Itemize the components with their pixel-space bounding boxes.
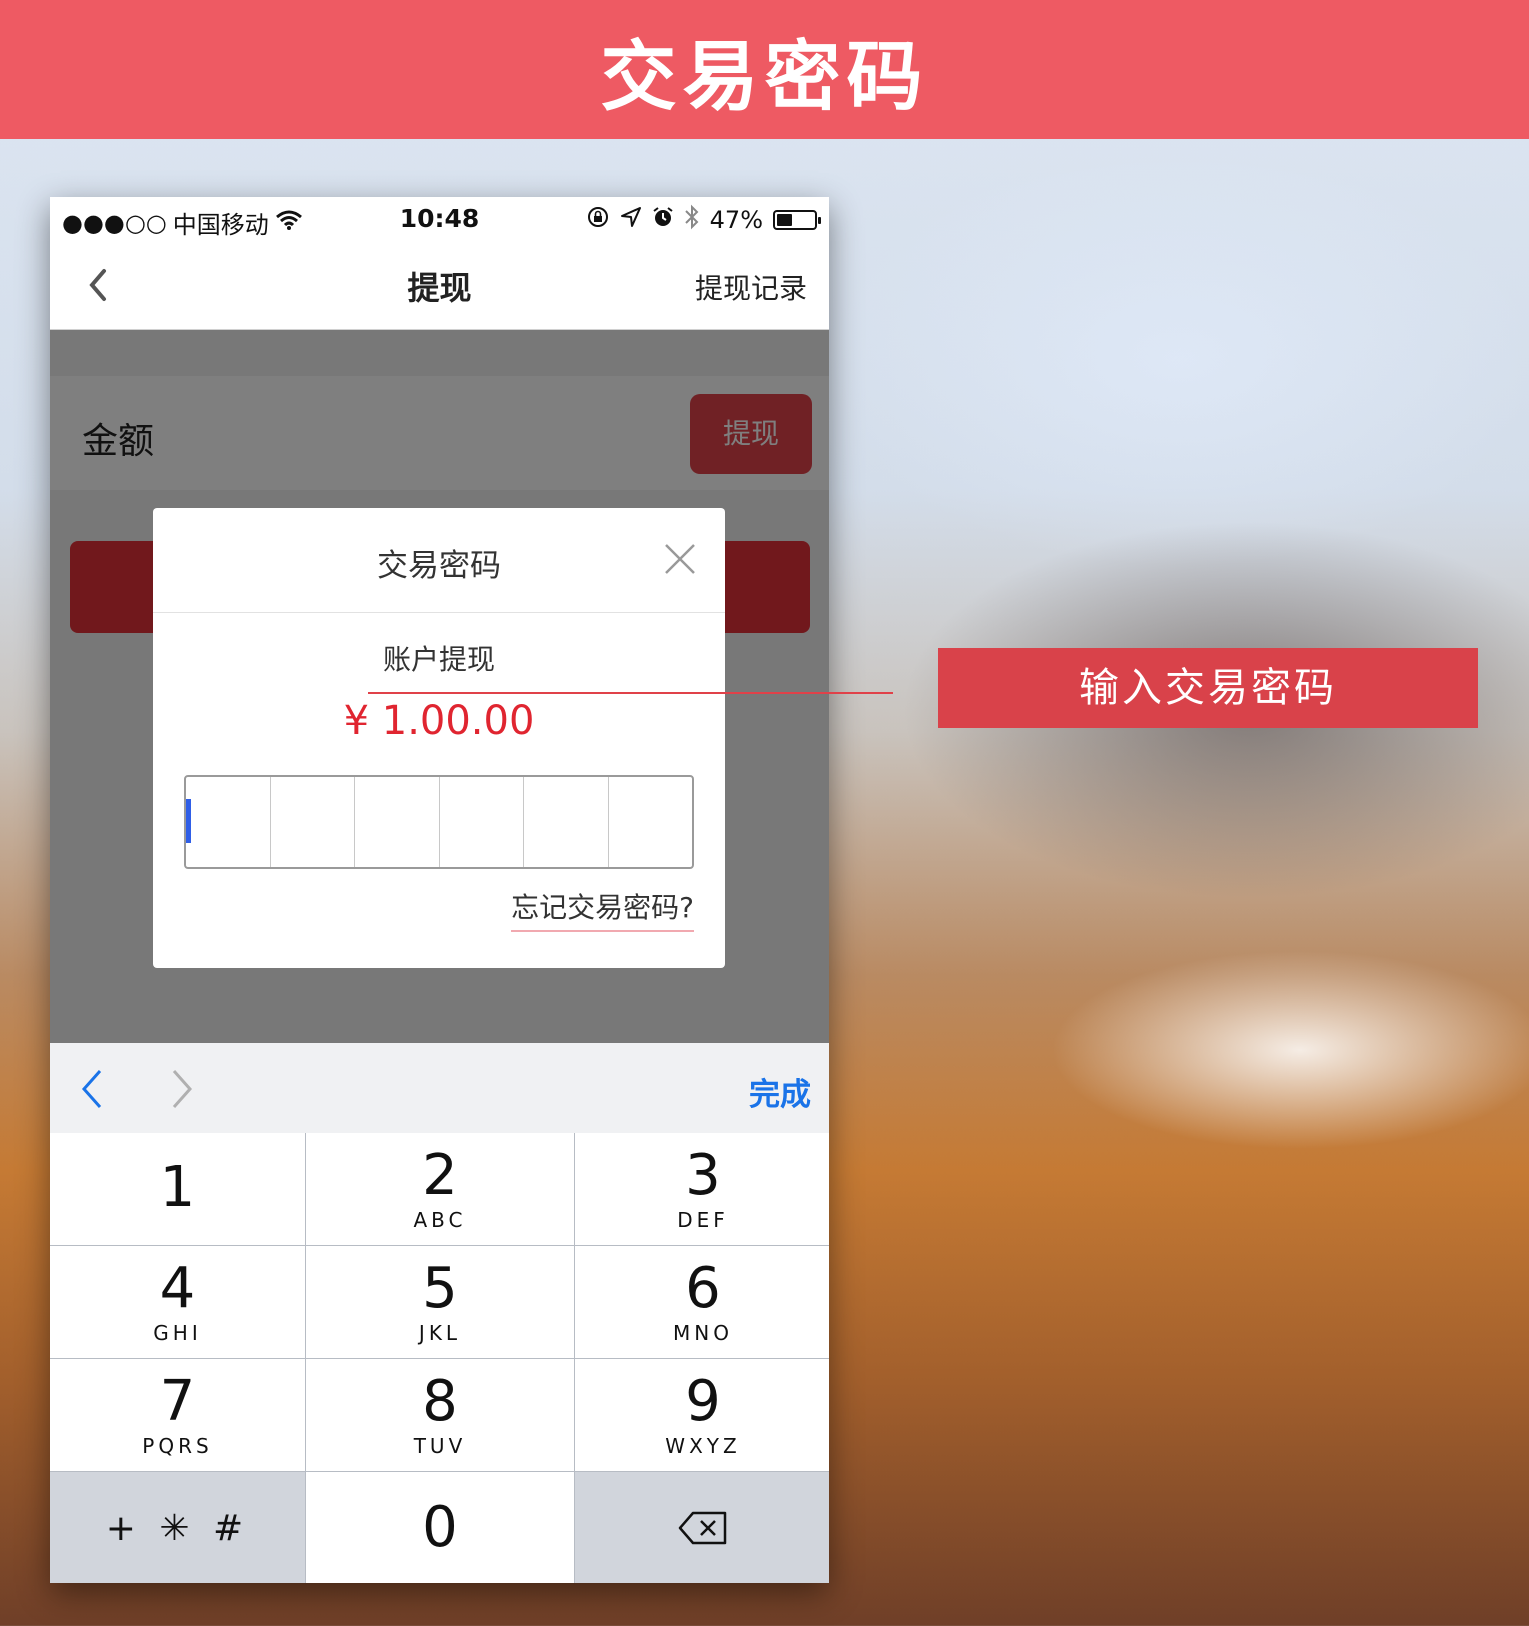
- background-light: [1050, 950, 1529, 1150]
- dialog-subtitle: 账户提现: [382, 643, 495, 676]
- withdraw-amount: ¥ 1.00.00: [343, 698, 535, 744]
- close-icon: [665, 544, 695, 574]
- password-digit-cell: [271, 777, 355, 867]
- key-5[interactable]: 5 JKL: [306, 1246, 574, 1358]
- key-letters: ABC: [413, 1208, 467, 1232]
- callout-label: 输入交易密码: [938, 648, 1478, 728]
- dialog-title: 交易密码: [377, 548, 501, 584]
- status-bar: ●●●○○ 中国移动 10:48 47%: [50, 197, 829, 241]
- battery-fill: [777, 214, 792, 226]
- previous-field-button[interactable]: [78, 1067, 108, 1111]
- password-digit-cell: [355, 777, 440, 867]
- status-right: 47%: [586, 204, 821, 236]
- key-digit: 5: [422, 1256, 458, 1321]
- key-digit: 0: [422, 1495, 458, 1560]
- password-digit-cell: [440, 777, 524, 867]
- password-input[interactable]: [184, 775, 694, 869]
- password-dialog: 交易密码 账户提现 ¥ 1.00.00 忘记交易密码?: [153, 508, 725, 968]
- forgot-password-link[interactable]: 忘记交易密码?: [511, 886, 694, 932]
- key-0[interactable]: 0: [306, 1472, 574, 1583]
- rotation-lock-icon: [586, 205, 610, 235]
- password-digit-cell: [609, 777, 693, 867]
- text-cursor: [186, 799, 191, 843]
- key-letters: WXYZ: [665, 1434, 741, 1458]
- phone-screen: ●●●○○ 中国移动 10:48 47% 提现 提现记录 交易密码 账户提现 ¥…: [50, 197, 829, 1583]
- nav-bar: 提现 提现记录: [50, 241, 829, 330]
- battery-percent: 47%: [709, 206, 763, 234]
- bluetooth-icon: [684, 204, 700, 236]
- key-1[interactable]: 1: [50, 1133, 305, 1245]
- key-digit: 4: [159, 1256, 196, 1321]
- password-digit-cell: [524, 777, 609, 867]
- callout-line: [368, 692, 893, 694]
- numeric-keypad: 1 2 ABC 3 DEF 4 GHI 5 JKL 6 MNO 7 PQRS 8 TUV 9W…: [50, 1133, 829, 1583]
- key-letters: GHI: [153, 1321, 202, 1345]
- alarm-icon: [652, 206, 674, 234]
- top-banner: 交易密码: [0, 0, 1529, 139]
- backspace-icon: [678, 1511, 727, 1545]
- key-digit: 2: [422, 1143, 458, 1208]
- dialog-header: 交易密码: [153, 508, 725, 613]
- key-digit: 1: [159, 1155, 196, 1220]
- location-icon: [620, 206, 642, 234]
- key-6[interactable]: 6 MNO: [575, 1246, 829, 1358]
- key-digit: 3: [685, 1143, 721, 1208]
- key-4[interactable]: 4 GHI: [50, 1246, 305, 1358]
- key-letters: DEF: [677, 1208, 729, 1232]
- key-9[interactable]: 9 WXYZ: [575, 1359, 829, 1471]
- delete-key[interactable]: [575, 1472, 829, 1583]
- battery-icon: [773, 210, 821, 230]
- banner-title: 交易密码: [600, 31, 929, 121]
- key-letters: TUV: [413, 1434, 467, 1458]
- done-button[interactable]: 完成: [749, 1069, 811, 1114]
- key-letters: JKL: [418, 1321, 462, 1345]
- key-letters: MNO: [673, 1321, 733, 1345]
- key-8[interactable]: 8 TUV: [306, 1359, 574, 1471]
- background-highlight: [820, 150, 1529, 570]
- symbols-label: + ✳ #: [105, 1507, 250, 1549]
- key-3[interactable]: 3 DEF: [575, 1133, 829, 1245]
- chevron-right-icon: [172, 1070, 193, 1108]
- key-digit: 9: [685, 1369, 721, 1434]
- key-2[interactable]: 2 ABC: [306, 1133, 574, 1245]
- chevron-left-icon: [81, 1070, 102, 1108]
- key-digit: 8: [422, 1369, 458, 1434]
- keyboard-toolbar: 完成: [50, 1043, 829, 1133]
- key-letters: PQRS: [142, 1434, 213, 1458]
- symbols-key[interactable]: + ✳ #: [50, 1472, 305, 1583]
- withdraw-history-link[interactable]: 提现记录: [695, 267, 807, 307]
- password-digit-cell: [186, 777, 271, 867]
- next-field-button[interactable]: [166, 1067, 196, 1111]
- close-button[interactable]: [663, 542, 697, 576]
- key-7[interactable]: 7 PQRS: [50, 1359, 305, 1471]
- key-digit: 6: [685, 1256, 721, 1321]
- key-digit: 7: [159, 1369, 196, 1434]
